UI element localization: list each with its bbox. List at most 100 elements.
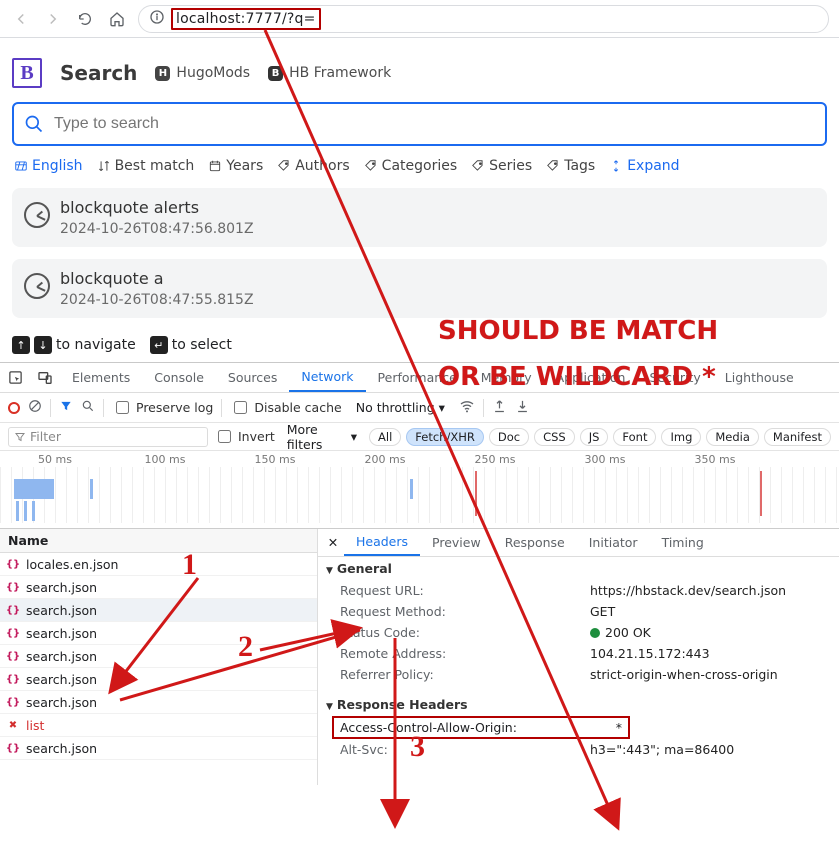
detail-tab-response[interactable]: Response	[493, 529, 577, 556]
timeline-tick: 150 ms	[220, 453, 330, 466]
devtools-tab-console[interactable]: Console	[142, 363, 216, 392]
network-request-row[interactable]: search.json	[0, 576, 317, 599]
inspect-icon[interactable]	[0, 363, 30, 392]
network-request-row[interactable]: search.json	[0, 599, 317, 622]
devtools-tab-sources[interactable]: Sources	[216, 363, 289, 392]
detail-tab-timing[interactable]: Timing	[650, 529, 716, 556]
filter-chip-doc[interactable]: Doc	[489, 428, 529, 446]
network-filter-input[interactable]: Filter	[8, 427, 208, 447]
tag-icon	[364, 159, 378, 173]
detail-tab-preview[interactable]: Preview	[420, 529, 493, 556]
arrow-down-key: ↓	[34, 336, 52, 354]
network-timeline[interactable]: 50 ms100 ms150 ms200 ms250 ms300 ms350 m…	[0, 451, 839, 529]
expand-icon	[609, 159, 623, 173]
hb-icon: B	[268, 66, 283, 81]
reload-button[interactable]	[74, 8, 96, 30]
url-text[interactable]: localhost:7777/?q=	[171, 8, 321, 30]
timeline-tick: 350 ms	[660, 453, 770, 466]
filter-chip-media[interactable]: Media	[706, 428, 759, 446]
site-info-icon[interactable]	[149, 9, 165, 29]
filter-categories[interactable]: Categories	[364, 158, 457, 174]
name-column-header[interactable]: Name	[0, 529, 317, 553]
link-hugomods[interactable]: H HugoMods	[155, 65, 250, 81]
filter-series[interactable]: Series	[471, 158, 532, 174]
filter-chip-font[interactable]: Font	[613, 428, 656, 446]
request-name: search.json	[26, 603, 97, 618]
disable-cache-checkbox[interactable]: Disable cache	[230, 398, 341, 417]
network-request-row[interactable]: list	[0, 714, 317, 737]
result-title: blockquote alerts	[60, 198, 254, 217]
wifi-icon[interactable]	[459, 398, 475, 417]
forward-button[interactable]	[42, 8, 64, 30]
download-icon[interactable]	[515, 399, 530, 417]
search-input[interactable]	[52, 114, 815, 134]
filter-years[interactable]: Years	[208, 158, 263, 174]
brand-logo: B	[12, 58, 42, 88]
link-hbframework[interactable]: B HB Framework	[268, 65, 391, 81]
devtools-tab-network[interactable]: Network	[289, 363, 365, 392]
search-icon[interactable]	[81, 399, 95, 416]
hugomods-icon: H	[155, 66, 170, 81]
status-dot-icon	[590, 628, 600, 638]
network-request-row[interactable]: search.json	[0, 668, 317, 691]
network-request-row[interactable]: search.json	[0, 622, 317, 645]
devtools-tab-elements[interactable]: Elements	[60, 363, 142, 392]
timeline-tick: 50 ms	[0, 453, 110, 466]
more-filters-select[interactable]: More filters ▾	[281, 422, 363, 452]
invert-checkbox[interactable]: Invert	[214, 427, 275, 446]
result-time: 2024-10-26T08:47:55.815Z	[60, 292, 254, 308]
filter-chip-manifest[interactable]: Manifest	[764, 428, 831, 446]
link-label: HugoMods	[176, 65, 250, 81]
filter-authors[interactable]: Authors	[277, 158, 349, 174]
network-request-row[interactable]: locales.en.json	[0, 553, 317, 576]
devtools-tab-lighthouse[interactable]: Lighthouse	[713, 363, 806, 392]
device-toggle-icon[interactable]	[30, 363, 60, 392]
filter-toggle-icon[interactable]	[59, 399, 73, 416]
back-button[interactable]	[10, 8, 32, 30]
search-box[interactable]	[12, 102, 827, 146]
result-card[interactable]: blockquote a 2024-10-26T08:47:55.815Z	[12, 259, 827, 318]
filter-tags[interactable]: Tags	[546, 158, 595, 174]
timeline-tick: 300 ms	[550, 453, 660, 466]
filter-chip-all[interactable]: All	[369, 428, 401, 446]
clear-button[interactable]	[28, 399, 42, 416]
clock-icon	[24, 202, 50, 228]
filter-chip-fetchxhr[interactable]: Fetch/XHR	[406, 428, 484, 446]
timeline-tick: 200 ms	[330, 453, 440, 466]
request-name: search.json	[26, 741, 97, 756]
json-file-icon	[6, 557, 20, 571]
response-headers-section[interactable]: Response Headers	[318, 693, 839, 716]
timeline-tick: 250 ms	[440, 453, 550, 466]
chevron-down-icon: ▾	[439, 400, 445, 415]
filter-sort[interactable]: Best match	[97, 158, 195, 174]
clock-icon	[24, 273, 50, 299]
network-request-row[interactable]: search.json	[0, 645, 317, 668]
filter-language[interactable]: English	[14, 158, 83, 174]
annotation-text-2: OR BE WILDCARD *	[438, 362, 716, 392]
close-panel-button[interactable]: ✕	[322, 532, 344, 554]
chevron-down-icon: ▾	[351, 429, 357, 444]
result-card[interactable]: blockquote alerts2024-10-26T08:47:56.801…	[12, 188, 827, 247]
omnibox[interactable]: localhost:7777/?q=	[138, 5, 829, 33]
filter-chip-css[interactable]: CSS	[534, 428, 575, 446]
detail-tab-initiator[interactable]: Initiator	[577, 529, 650, 556]
filter-expand[interactable]: Expand	[609, 158, 679, 174]
network-request-row[interactable]: search.json	[0, 691, 317, 714]
filter-chip-js[interactable]: JS	[580, 428, 609, 446]
link-label: HB Framework	[289, 65, 391, 81]
request-name: search.json	[26, 626, 97, 641]
throttling-select[interactable]: No throttling ▾	[350, 400, 451, 415]
request-name: list	[26, 718, 44, 733]
tag-icon	[471, 159, 485, 173]
network-request-row[interactable]: search.json	[0, 737, 317, 760]
preserve-log-checkbox[interactable]: Preserve log	[112, 398, 213, 417]
detail-tab-headers[interactable]: Headers	[344, 529, 420, 556]
upload-icon[interactable]	[492, 399, 507, 417]
request-name: search.json	[26, 580, 97, 595]
general-section[interactable]: General	[318, 557, 839, 580]
filter-chip-img[interactable]: Img	[661, 428, 701, 446]
home-button[interactable]	[106, 8, 128, 30]
tag-icon	[546, 159, 560, 173]
record-button[interactable]	[8, 402, 20, 414]
result-title: blockquote a	[60, 269, 254, 288]
